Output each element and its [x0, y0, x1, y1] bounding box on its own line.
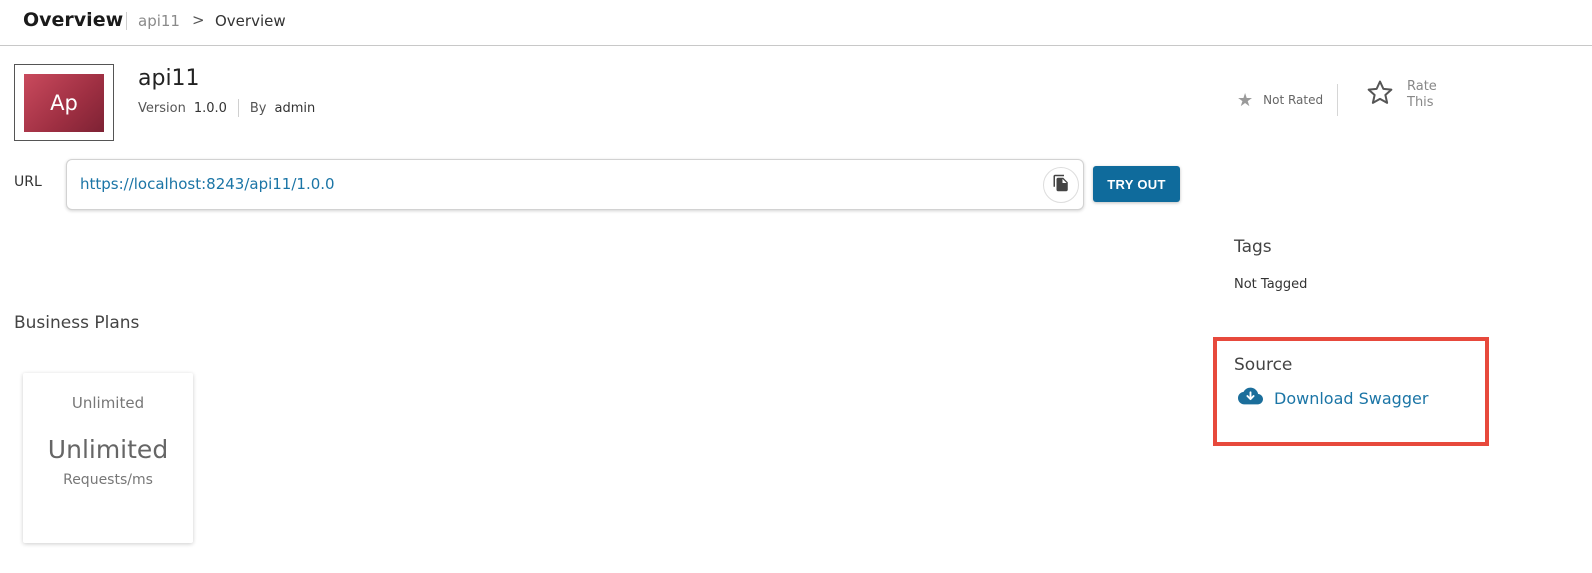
owner-value: admin — [274, 100, 316, 116]
meta-divider — [237, 99, 239, 117]
tags-value: Not Tagged — [1234, 277, 1308, 292]
download-swagger-label: Download Swagger — [1274, 388, 1429, 408]
plan-card: Unlimited Unlimited Requests/ms — [23, 373, 193, 543]
try-out-button[interactable]: TRY OUT — [1093, 166, 1180, 202]
plan-value: Unlimited — [47, 435, 169, 464]
page-title: Overview — [23, 9, 124, 31]
top-bar: Overview api11 > Overview — [0, 0, 1592, 46]
copy-icon — [1052, 174, 1070, 196]
by-label: By — [249, 100, 267, 116]
api-meta: Version 1.0.0 By admin — [138, 99, 315, 117]
business-plans-title: Business Plans — [14, 313, 140, 333]
cloud-download-icon — [1238, 386, 1263, 410]
api-thumbnail-text: Ap — [24, 73, 104, 132]
rate-this-label: Rate This — [1407, 79, 1437, 110]
tags-title: Tags — [1234, 237, 1272, 257]
breadcrumb-api[interactable]: api11 — [138, 12, 180, 30]
api-name: api11 — [138, 66, 200, 91]
url-value[interactable]: https://localhost:8243/api11/1.0.0 — [80, 175, 335, 193]
url-field[interactable]: https://localhost:8243/api11/1.0.0 — [66, 159, 1084, 210]
breadcrumb-chevron-icon: > — [192, 11, 205, 29]
url-label: URL — [14, 174, 42, 190]
rating-status: Not Rated — [1263, 93, 1324, 107]
rating-summary: ★ Not Rated — [1237, 84, 1339, 116]
download-swagger-link[interactable]: Download Swagger — [1238, 386, 1428, 410]
rate-this-button[interactable]: Rate This — [1365, 78, 1437, 112]
version-label: Version — [138, 100, 186, 116]
title-divider — [126, 12, 127, 30]
rating-star-icon: ★ — [1237, 89, 1254, 111]
copy-url-button[interactable] — [1043, 167, 1079, 203]
plan-unit: Requests/ms — [63, 472, 153, 488]
star-outline-icon — [1365, 78, 1395, 112]
breadcrumb-current: Overview — [215, 12, 286, 30]
version-value: 1.0.0 — [193, 100, 227, 116]
api-thumbnail: Ap — [14, 64, 114, 141]
rating-divider — [1337, 84, 1339, 116]
plan-name: Unlimited — [71, 394, 145, 412]
source-title: Source — [1234, 355, 1293, 375]
